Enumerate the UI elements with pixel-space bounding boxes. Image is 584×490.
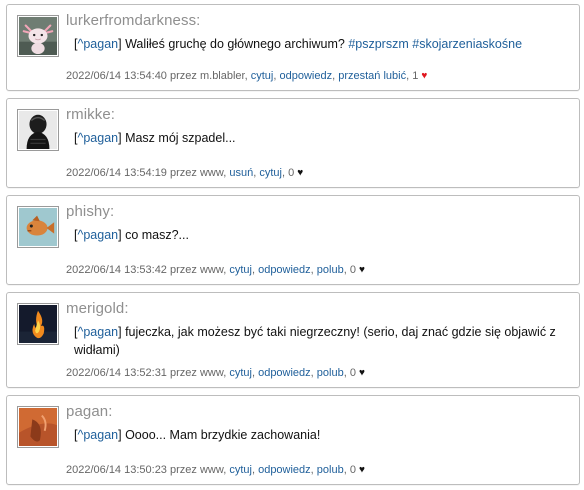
by-prefix: przez (170, 464, 197, 476)
fire-avatar-icon (19, 305, 57, 343)
comment-text: Waliłeś gruchę do głównego archiwum? (121, 37, 349, 51)
heart-icon[interactable]: ♥ (359, 265, 365, 276)
like-link[interactable]: polub (317, 367, 344, 379)
like-count: 0 (349, 264, 356, 276)
fish-avatar-icon[interactable] (17, 206, 59, 248)
reply-to-link[interactable]: ^pagan (77, 131, 118, 145)
by-user: www (199, 167, 224, 179)
comment-author[interactable]: merigold: (66, 300, 129, 317)
quote-link[interactable]: cytuj (229, 367, 252, 379)
comment-list: lurkerfromdarkness: [^pagan] Waliłeś gru… (0, 0, 584, 490)
comment: lurkerfromdarkness: [^pagan] Waliłeś gru… (6, 4, 580, 91)
quote-link[interactable]: cytuj (259, 167, 282, 179)
dark-figure-avatar-icon (19, 111, 57, 149)
timestamp: 2022/06/14 13:52:31 (66, 367, 167, 379)
fire-avatar-icon[interactable] (17, 303, 59, 345)
by-prefix: przez (170, 167, 197, 179)
comment-text: Oooo... Mam brzydkie zachowania! (121, 428, 321, 442)
comment-meta: 2022/06/14 13:54:40 przez m.blabler, cyt… (66, 70, 428, 82)
hashtag-link[interactable]: #skojarzeniaskośne (412, 37, 522, 51)
comment-body: [^pagan] Masz mój szpadel... (74, 129, 561, 147)
by-user: www (199, 367, 224, 379)
like-link[interactable]: polub (317, 464, 344, 476)
comment-author[interactable]: phishy: (66, 203, 114, 220)
heart-icon[interactable]: ♥ (421, 71, 427, 82)
timestamp: 2022/06/14 13:53:42 (66, 264, 167, 276)
comment-body: [^pagan] co masz?... (74, 226, 561, 244)
quote-link[interactable]: cytuj (251, 70, 274, 82)
reply-to-link[interactable]: ^pagan (77, 37, 118, 51)
heart-icon[interactable]: ♥ (359, 368, 365, 379)
comment-meta: 2022/06/14 13:54:19 przez www, usuń, cyt… (66, 167, 304, 179)
comment-meta: 2022/06/14 13:52:31 przez www, cytuj, od… (66, 367, 365, 379)
comment: phishy: [^pagan] co masz?... 2022/06/14 … (6, 195, 580, 285)
unlike-link[interactable]: przestań lubić (338, 70, 406, 82)
reply-link[interactable]: odpowiedz (258, 264, 311, 276)
by-prefix: przez (170, 70, 197, 82)
by-user: www (199, 464, 224, 476)
reply-to-link[interactable]: ^pagan (77, 325, 118, 339)
comment: pagan: [^pagan] Oooo... Mam brzydkie zac… (6, 395, 580, 485)
fish-avatar-icon (19, 208, 57, 246)
like-count: 0 (349, 367, 356, 379)
delete-link[interactable]: usuń (229, 167, 253, 179)
comment-meta: 2022/06/14 13:53:42 przez www, cytuj, od… (66, 264, 365, 276)
reply-link[interactable]: odpowiedz (258, 367, 311, 379)
comment-author[interactable]: pagan: (66, 403, 112, 420)
comment: merigold: [^pagan] fujeczka, jak możesz … (6, 292, 580, 388)
by-prefix: przez (170, 264, 197, 276)
by-user: m.blabler (199, 70, 245, 82)
axolotl-avatar-icon[interactable] (17, 15, 59, 57)
timestamp: 2022/06/14 13:54:19 (66, 167, 167, 179)
comment-body: [^pagan] fujeczka, jak możesz być taki n… (74, 323, 561, 359)
by-prefix: przez (170, 367, 197, 379)
comment-body: [^pagan] Waliłeś gruchę do głównego arch… (74, 35, 561, 53)
reply-to-link[interactable]: ^pagan (77, 428, 118, 442)
by-user: www (199, 264, 224, 276)
timestamp: 2022/06/14 13:54:40 (66, 70, 167, 82)
comment-author[interactable]: lurkerfromdarkness: (66, 12, 200, 29)
like-count: 1 (412, 70, 419, 82)
comment-author[interactable]: rmikke: (66, 106, 115, 123)
like-count: 0 (288, 167, 295, 179)
heart-icon[interactable]: ♥ (359, 465, 365, 476)
like-count: 0 (349, 464, 356, 476)
comment-text: Masz mój szpadel... (121, 131, 236, 145)
timestamp: 2022/06/14 13:50:23 (66, 464, 167, 476)
comment-meta: 2022/06/14 13:50:23 przez www, cytuj, od… (66, 464, 365, 476)
comment-text: co masz?... (121, 228, 189, 242)
reply-link[interactable]: odpowiedz (258, 464, 311, 476)
axolotl-avatar-icon (19, 17, 57, 55)
comment-body: [^pagan] Oooo... Mam brzydkie zachowania… (74, 426, 561, 444)
quote-link[interactable]: cytuj (229, 464, 252, 476)
dark-figure-avatar-icon[interactable] (17, 109, 59, 151)
comment-text: fujeczka, jak możesz być taki niegrzeczn… (74, 325, 556, 357)
hashtag-link[interactable]: #pszprszm (348, 37, 408, 51)
like-link[interactable]: polub (317, 264, 344, 276)
comment: rmikke: [^pagan] Masz mój szpadel... 202… (6, 98, 580, 188)
photo-avatar-icon (19, 408, 57, 446)
photo-avatar-icon[interactable] (17, 406, 59, 448)
heart-icon[interactable]: ♥ (297, 168, 303, 179)
quote-link[interactable]: cytuj (229, 264, 252, 276)
reply-link[interactable]: odpowiedz (279, 70, 332, 82)
reply-to-link[interactable]: ^pagan (77, 228, 118, 242)
